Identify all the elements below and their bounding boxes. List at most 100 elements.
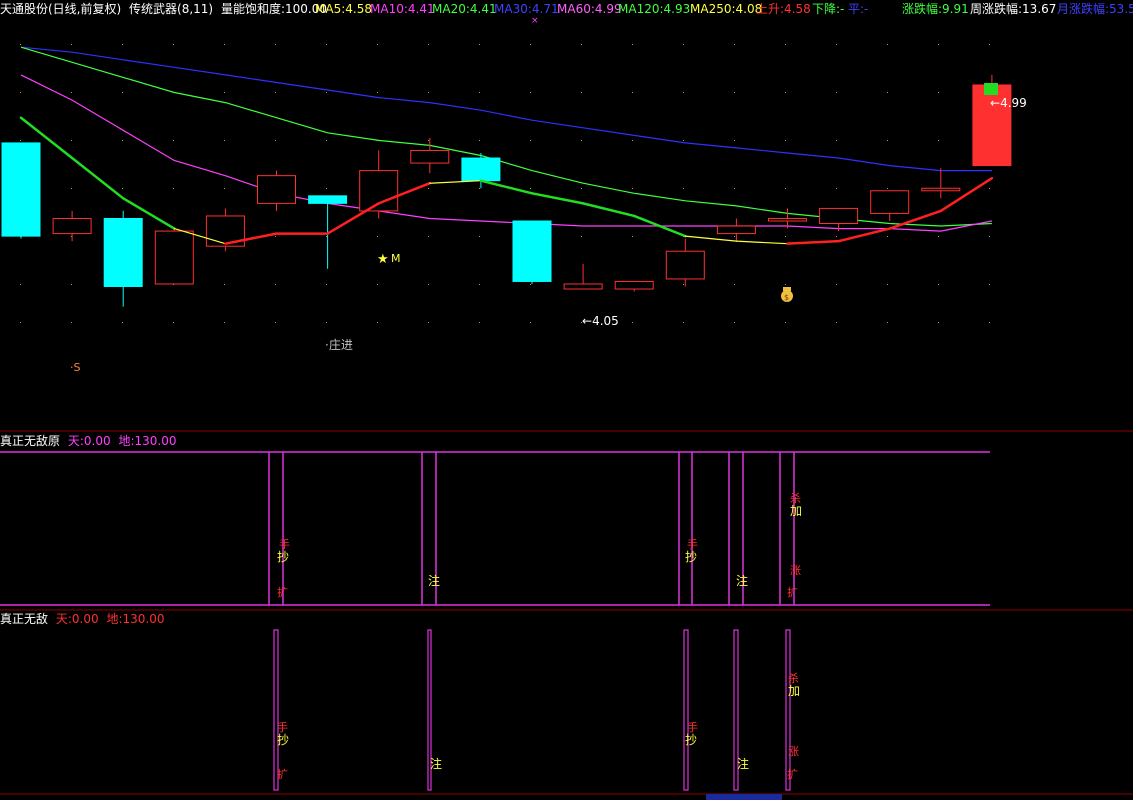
trend-segment: [70, 156, 125, 200]
grid-dot: [530, 188, 531, 189]
svg-text:注: 注: [430, 756, 442, 771]
trend-segment: [581, 202, 636, 218]
high-price-label: ←4.99: [990, 96, 1027, 110]
candle-body: [563, 283, 603, 290]
grid-dot: [734, 236, 735, 237]
green-flag-marker: [984, 83, 998, 95]
candle-body: [359, 170, 399, 212]
panel1-title: 真正无敌原: [0, 433, 60, 448]
svg-text:涨: 涨: [788, 745, 799, 758]
candle-body: [768, 217, 807, 222]
cross-marker: ×: [531, 16, 539, 26]
candlestick-series: [1, 74, 1012, 307]
grid-dot: [173, 44, 174, 45]
grid-dot: [122, 92, 123, 93]
down-value: 下降:-: [812, 2, 844, 16]
week-change-value: 周涨跌幅:13.67: [970, 1, 1056, 16]
stock-title: 天通股份(日线,前复权): [0, 1, 121, 16]
grid-dot: [20, 284, 21, 285]
grid-dot: [683, 322, 684, 323]
stock-chart: 天通股份(日线,前复权) 传统武器(8,11) 量能饱和度:100.00 MA5…: [0, 1, 1133, 800]
svg-text:手: 手: [687, 537, 698, 551]
grid-dot: [989, 236, 990, 237]
panel-borders: [0, 430, 1133, 795]
panel2-header: 真正无敌 天:0.00 地:130.00: [0, 611, 164, 626]
grid-dot: [326, 284, 327, 285]
grid-dot: [173, 188, 174, 189]
grid-dot: [734, 188, 735, 189]
grid-dot: [734, 322, 735, 323]
grid-dot: [71, 140, 72, 141]
grid-dot: [71, 44, 72, 45]
grid-dot: [122, 140, 123, 141]
grid-dot: [836, 284, 837, 285]
grid-dot: [887, 322, 888, 323]
grid-dot: [734, 284, 735, 285]
candle-body: [308, 195, 348, 204]
svg-text:涨: 涨: [790, 564, 801, 577]
grid-dot: [632, 322, 633, 323]
grid-dot: [734, 140, 735, 141]
svg-text:注: 注: [736, 573, 748, 588]
candle-body: [819, 207, 859, 225]
svg-text:注: 注: [737, 756, 749, 771]
grid-dot: [479, 284, 480, 285]
up-value: 上升:4.58: [756, 2, 811, 16]
ma250-value: MA250:4.08: [690, 2, 762, 16]
grid-dot: [326, 322, 327, 323]
panel1-header: 真正无敌原 天:0.00 地:130.00: [0, 433, 176, 448]
grid-dot: [530, 322, 531, 323]
month-change-value: 月涨跌幅:53.5: [1057, 1, 1133, 16]
trend-segment: [479, 179, 534, 195]
star-icon: ★: [377, 252, 389, 267]
ma60-value: MA60:4.99: [557, 2, 622, 16]
grid-dot: [20, 92, 21, 93]
grid-dot: [887, 44, 888, 45]
grid-dot: [530, 284, 531, 285]
candle-body: [614, 280, 654, 290]
header-line: 天通股份(日线,前复权) 传统武器(8,11) 量能饱和度:100.00: [0, 1, 327, 16]
grid-dot: [989, 188, 990, 189]
svg-text:加: 加: [790, 504, 802, 518]
grid-dot: [173, 322, 174, 323]
panel1-di: 地:130.00: [118, 434, 176, 448]
star-label: M: [391, 252, 401, 265]
grid-dot: [632, 44, 633, 45]
svg-text:手: 手: [277, 720, 288, 734]
grid-dot: [275, 92, 276, 93]
grid-dot: [581, 140, 582, 141]
grid-dot: [479, 92, 480, 93]
svg-text:杀: 杀: [788, 671, 799, 685]
svg-text:扩: 扩: [787, 585, 798, 599]
ma30-value: MA30:4.71: [494, 2, 559, 16]
ma10-value: MA10:4.41: [370, 2, 435, 16]
grid-dot: [785, 322, 786, 323]
panel2-title: 真正无敌: [0, 611, 48, 626]
grid-dot: [479, 44, 480, 45]
trend-segment: [735, 240, 789, 245]
grid-dot: [479, 322, 480, 323]
grid-dot: [275, 322, 276, 323]
grid-dot: [581, 236, 582, 237]
low-price-label: ←4.05: [582, 314, 619, 328]
grid-dot: [938, 140, 939, 141]
panel2-di: 地:130.00: [106, 612, 164, 626]
grid-dot: [479, 188, 480, 189]
svg-text:手: 手: [687, 720, 698, 734]
grid-dot: [530, 44, 531, 45]
grid-dot: [428, 44, 429, 45]
svg-text:扩: 扩: [787, 767, 798, 781]
grid-dot: [683, 284, 684, 285]
grid-dot: [938, 92, 939, 93]
grid-dot: [377, 44, 378, 45]
grid-dot: [428, 188, 429, 189]
grid-dot: [20, 44, 21, 45]
grid-dot: [632, 140, 633, 141]
candle-body: [1, 142, 41, 237]
ma30-line: [20, 46, 992, 172]
candle-body: [665, 250, 705, 280]
grid-dot: [938, 44, 939, 45]
grid-dot: [377, 322, 378, 323]
grid-dot: [479, 140, 480, 141]
panel2-tian: 天:0.00: [56, 612, 99, 626]
